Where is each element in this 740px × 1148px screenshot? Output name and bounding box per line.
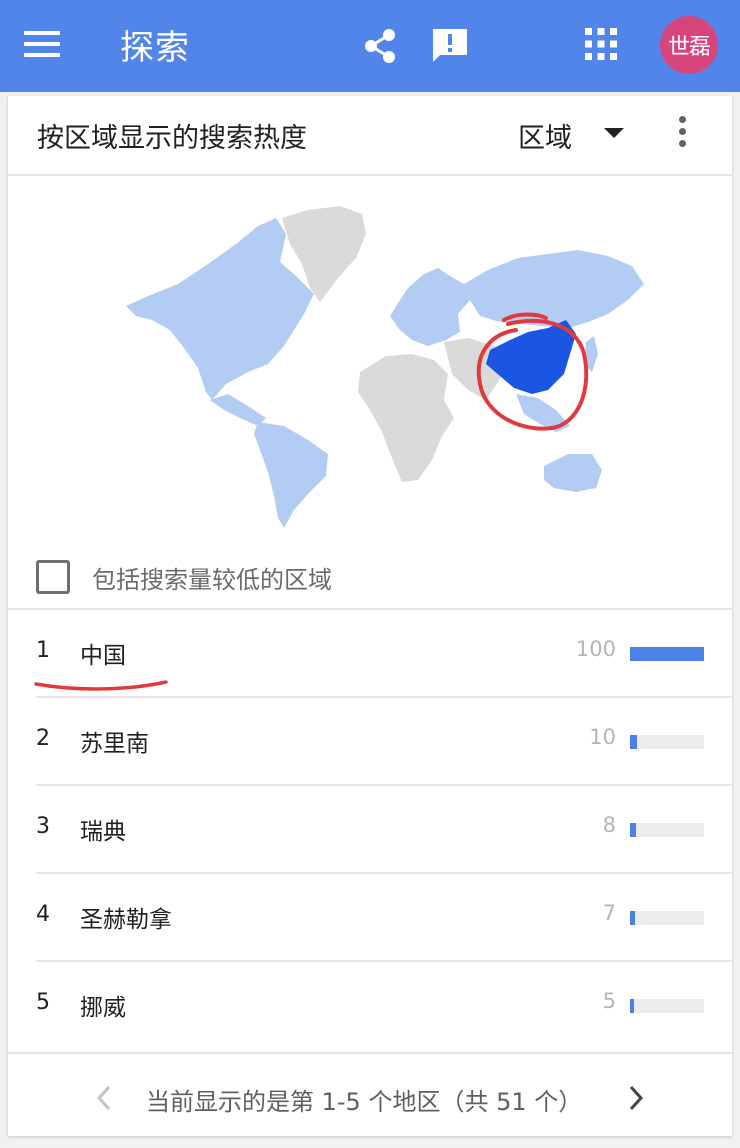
top-app-bar: 探索 世磊 bbox=[0, 0, 740, 92]
interest-by-region-card: 按区域显示的搜索热度 区域 包括搜索量较低的区域 1 中国 100 2 苏里南 … bbox=[8, 96, 732, 1136]
interest-bar bbox=[630, 735, 704, 749]
interest-value: 7 bbox=[602, 901, 616, 925]
pagination: 当前显示的是第 1-5 个地区（共 51 个） bbox=[8, 1054, 732, 1136]
interest-bar bbox=[630, 647, 704, 661]
include-low-volume-label: 包括搜索量较低的区域 bbox=[92, 566, 332, 594]
map-central-america bbox=[210, 394, 266, 426]
map-australia bbox=[544, 454, 602, 492]
avatar[interactable]: 世磊 bbox=[660, 16, 718, 74]
map-europe bbox=[390, 268, 470, 346]
map-south-america bbox=[254, 422, 328, 528]
more-options-icon[interactable] bbox=[672, 116, 692, 150]
pagination-text: 当前显示的是第 1-5 个地区（共 51 个） bbox=[146, 1088, 583, 1116]
rank-label: 1 bbox=[36, 638, 50, 663]
table-row[interactable]: 3 瑞典 8 bbox=[8, 786, 732, 874]
interest-value: 10 bbox=[589, 725, 616, 749]
world-map bbox=[126, 206, 644, 528]
apps-icon[interactable] bbox=[584, 27, 618, 61]
interest-bar-fill bbox=[630, 647, 704, 661]
region-name[interactable]: 苏里南 bbox=[80, 724, 149, 758]
feedback-icon[interactable] bbox=[430, 26, 470, 66]
app-title: 探索 bbox=[120, 28, 190, 68]
chevron-right-icon[interactable] bbox=[626, 1084, 646, 1112]
interest-bar-fill bbox=[630, 823, 636, 837]
interest-bar-fill bbox=[630, 735, 638, 749]
region-name[interactable]: 瑞典 bbox=[80, 812, 126, 846]
region-select[interactable]: 区域 bbox=[518, 116, 572, 155]
table-row[interactable]: 5 挪威 5 bbox=[8, 962, 732, 1050]
interest-bar bbox=[630, 911, 704, 925]
chevron-left-icon[interactable] bbox=[94, 1084, 114, 1112]
region-name[interactable]: 圣赫勒拿 bbox=[80, 900, 172, 934]
interest-value: 8 bbox=[602, 813, 616, 837]
map-north-america bbox=[126, 218, 314, 400]
include-low-volume-row[interactable]: 包括搜索量较低的区域 bbox=[36, 558, 636, 598]
rank-label: 2 bbox=[36, 726, 50, 751]
region-name[interactable]: 挪威 bbox=[80, 988, 126, 1022]
interest-bar-fill bbox=[630, 911, 636, 925]
interest-bar-fill bbox=[630, 999, 634, 1013]
divider bbox=[8, 174, 732, 176]
interest-bar bbox=[630, 823, 704, 837]
dropdown-arrow-icon[interactable] bbox=[604, 128, 624, 138]
map-russia bbox=[464, 250, 644, 328]
rank-label: 4 bbox=[36, 902, 50, 927]
table-row[interactable]: 2 苏里南 10 bbox=[8, 698, 732, 786]
map-china bbox=[486, 320, 576, 394]
rank-label: 5 bbox=[36, 990, 50, 1015]
menu-icon[interactable] bbox=[24, 31, 60, 61]
interest-value: 100 bbox=[575, 637, 616, 661]
region-name[interactable]: 中国 bbox=[80, 636, 126, 670]
map-africa bbox=[358, 354, 454, 482]
table-row[interactable]: 4 圣赫勒拿 7 bbox=[8, 874, 732, 962]
rank-label: 3 bbox=[36, 814, 50, 839]
card-title: 按区域显示的搜索热度 bbox=[37, 123, 307, 154]
annotation-underline bbox=[34, 680, 168, 691]
interest-bar bbox=[630, 999, 704, 1013]
share-icon[interactable] bbox=[360, 26, 400, 66]
include-low-volume-checkbox[interactable] bbox=[36, 560, 70, 594]
interest-value: 5 bbox=[602, 989, 616, 1013]
